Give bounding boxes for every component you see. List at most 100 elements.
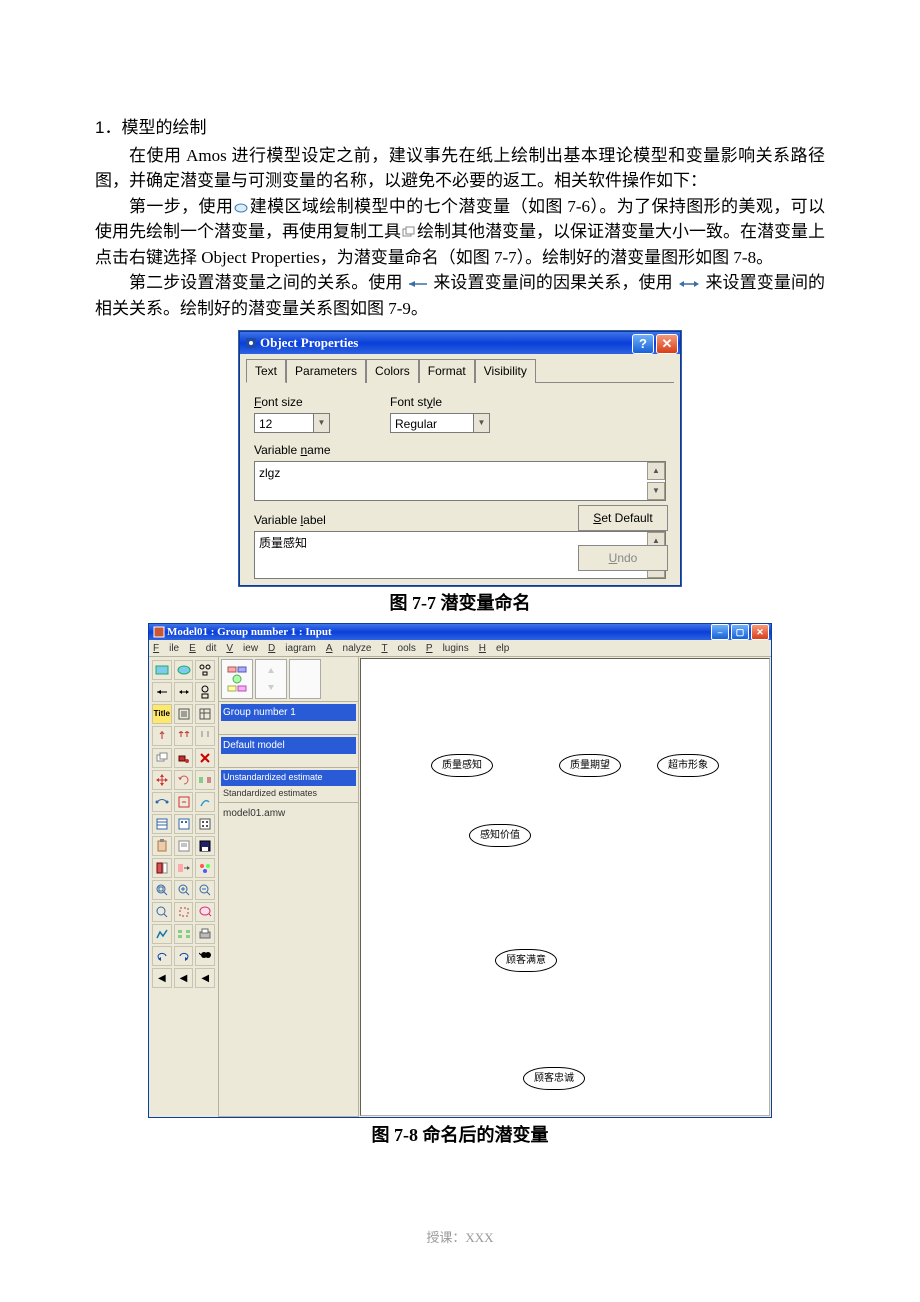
move-tool-icon[interactable]: [174, 748, 194, 768]
menu-view[interactable]: View: [226, 641, 258, 656]
zoom-in-tool-icon[interactable]: [174, 880, 194, 900]
dialog-titlebar[interactable]: Object Properties ? ✕: [240, 332, 680, 354]
close-button[interactable]: ✕: [751, 624, 769, 640]
indicator-tool-icon[interactable]: [195, 660, 215, 680]
variable-name-value: zlgz: [259, 466, 280, 480]
bayesian-tool-icon[interactable]: [152, 924, 172, 944]
amos-titlebar[interactable]: Model01 : Group number 1 : Input – ▢ ✕: [149, 624, 771, 640]
print-tool-icon[interactable]: [195, 924, 215, 944]
model-box[interactable]: Default model: [219, 735, 358, 768]
tab-visibility[interactable]: Visibility: [475, 359, 536, 383]
text-fragment: 来设置变量间的因果关系，使用: [433, 273, 672, 292]
latent-store-image[interactable]: 超市形象: [657, 754, 719, 777]
menu-help[interactable]: Help: [479, 641, 510, 656]
figure-caption-7-7: 图 7-7 潜变量命名: [95, 590, 825, 617]
estimate-option[interactable]: Standardized estimates: [221, 786, 356, 802]
latent-customer-loyalty[interactable]: 顾客忠诚: [523, 1067, 585, 1090]
file-box[interactable]: model01.amw: [219, 803, 358, 1117]
estimate-selected[interactable]: Unstandardized estimate: [221, 770, 356, 786]
font-style-value[interactable]: Regular: [390, 413, 474, 433]
variable-name-field[interactable]: zlgz ▲ ▼: [254, 461, 666, 501]
menu-edit[interactable]: Edit: [189, 641, 216, 656]
calculate-tool-icon[interactable]: [195, 814, 215, 834]
latent-perceived-value[interactable]: 感知价值: [469, 824, 531, 847]
scroll-down-icon[interactable]: ▼: [647, 482, 665, 500]
redo-tool-icon[interactable]: [174, 946, 194, 966]
nav-left-tool-icon[interactable]: ◀: [152, 968, 172, 988]
font-size-combo[interactable]: 12 ▼: [254, 413, 330, 433]
data-file-tool-icon[interactable]: [152, 814, 172, 834]
multigroup-tool-icon[interactable]: [174, 924, 194, 944]
nav-right-tool-icon[interactable]: ◀: [195, 968, 215, 988]
dropdown-icon[interactable]: ▼: [314, 413, 330, 433]
analysis-prop-tool-icon[interactable]: [174, 814, 194, 834]
rect-tool-icon[interactable]: [152, 660, 172, 680]
maximize-button[interactable]: ▢: [731, 624, 749, 640]
estimate-box[interactable]: Unstandardized estimate Standardized est…: [219, 768, 358, 803]
fit-page-tool-icon[interactable]: [174, 902, 194, 922]
double-arrow-tool-icon[interactable]: [174, 682, 194, 702]
file-name[interactable]: model01.amw: [221, 805, 356, 822]
move-param-tool-icon[interactable]: [152, 792, 172, 812]
minimize-button[interactable]: –: [711, 624, 729, 640]
preserve-sym-tool-icon[interactable]: [195, 858, 215, 878]
latent-quality-perception[interactable]: 质量感知: [431, 754, 493, 777]
menu-diagram[interactable]: Diagram: [268, 641, 316, 656]
copy-diagram-icon[interactable]: [289, 659, 321, 699]
model-selected[interactable]: Default model: [221, 737, 356, 754]
zoom-out-tool-icon[interactable]: [195, 880, 215, 900]
scroll-tool-icon[interactable]: [174, 792, 194, 812]
latent-quality-expectation[interactable]: 质量期望: [559, 754, 621, 777]
group-selected[interactable]: Group number 1: [221, 704, 356, 721]
spec-search-tool-icon[interactable]: [195, 946, 215, 966]
view-output-icon[interactable]: [255, 659, 287, 699]
drag-prop-tool-icon[interactable]: [174, 858, 194, 878]
menu-tools[interactable]: Tools: [381, 641, 415, 656]
latent-customer-satisfaction[interactable]: 顾客满意: [495, 949, 557, 972]
select-all-tool-icon[interactable]: [174, 726, 194, 746]
scroll-up-icon[interactable]: ▲: [647, 462, 665, 480]
list-tool-icon[interactable]: [174, 704, 194, 724]
tab-parameters[interactable]: Parameters: [286, 359, 366, 383]
variable-name-label: Variable name: [254, 441, 666, 459]
menu-plugins[interactable]: Plugins: [426, 641, 469, 656]
font-size-value[interactable]: 12: [254, 413, 314, 433]
dropdown-icon[interactable]: ▼: [474, 413, 490, 433]
menu-analyze[interactable]: Analyze: [326, 641, 372, 656]
undo-tool-icon[interactable]: [152, 946, 172, 966]
path-diagram-icon[interactable]: [221, 659, 253, 699]
touch-up-tool-icon[interactable]: [195, 792, 215, 812]
text-output-tool-icon[interactable]: [174, 836, 194, 856]
tab-format[interactable]: Format: [419, 359, 475, 383]
rotate-tool-icon[interactable]: [174, 770, 194, 790]
ellipse-tool-icon[interactable]: [174, 660, 194, 680]
nav-up-tool-icon[interactable]: ◀: [174, 968, 194, 988]
loupe-tool-icon[interactable]: [195, 902, 215, 922]
reflect-tool-icon[interactable]: [195, 770, 215, 790]
error-var-tool-icon[interactable]: [195, 682, 215, 702]
select-tool-icon[interactable]: [152, 726, 172, 746]
zoom-select-tool-icon[interactable]: [152, 880, 172, 900]
group-box[interactable]: Group number 1: [219, 702, 358, 735]
save-tool-icon[interactable]: [195, 836, 215, 856]
title-tool-icon[interactable]: Title: [152, 704, 172, 724]
font-style-combo[interactable]: Regular ▼: [390, 413, 490, 433]
object-prop-tool-icon[interactable]: [152, 858, 172, 878]
close-button[interactable]: ✕: [656, 334, 678, 354]
model-canvas[interactable]: 质量感知 质量期望 超市形象 感知价值 顾客满意 顾客忠诚: [360, 658, 770, 1116]
menu-file[interactable]: File: [153, 641, 179, 656]
clipboard-tool-icon[interactable]: [152, 836, 172, 856]
single-arrow-tool-icon[interactable]: [152, 682, 172, 702]
undo-button[interactable]: Undo: [578, 545, 668, 571]
help-button[interactable]: ?: [632, 334, 654, 354]
zoom-page-tool-icon[interactable]: [152, 902, 172, 922]
spreadsheet-tool-icon[interactable]: [195, 704, 215, 724]
tab-colors[interactable]: Colors: [366, 359, 419, 383]
set-default-button[interactable]: Set Default: [578, 505, 668, 531]
copy-tool-icon[interactable]: [152, 748, 172, 768]
resize-tool-icon[interactable]: [152, 770, 172, 790]
deselect-tool-icon[interactable]: [195, 726, 215, 746]
ellipse-tool-icon: [233, 202, 249, 214]
tab-text[interactable]: Text: [246, 359, 286, 383]
delete-tool-icon[interactable]: [195, 748, 215, 768]
